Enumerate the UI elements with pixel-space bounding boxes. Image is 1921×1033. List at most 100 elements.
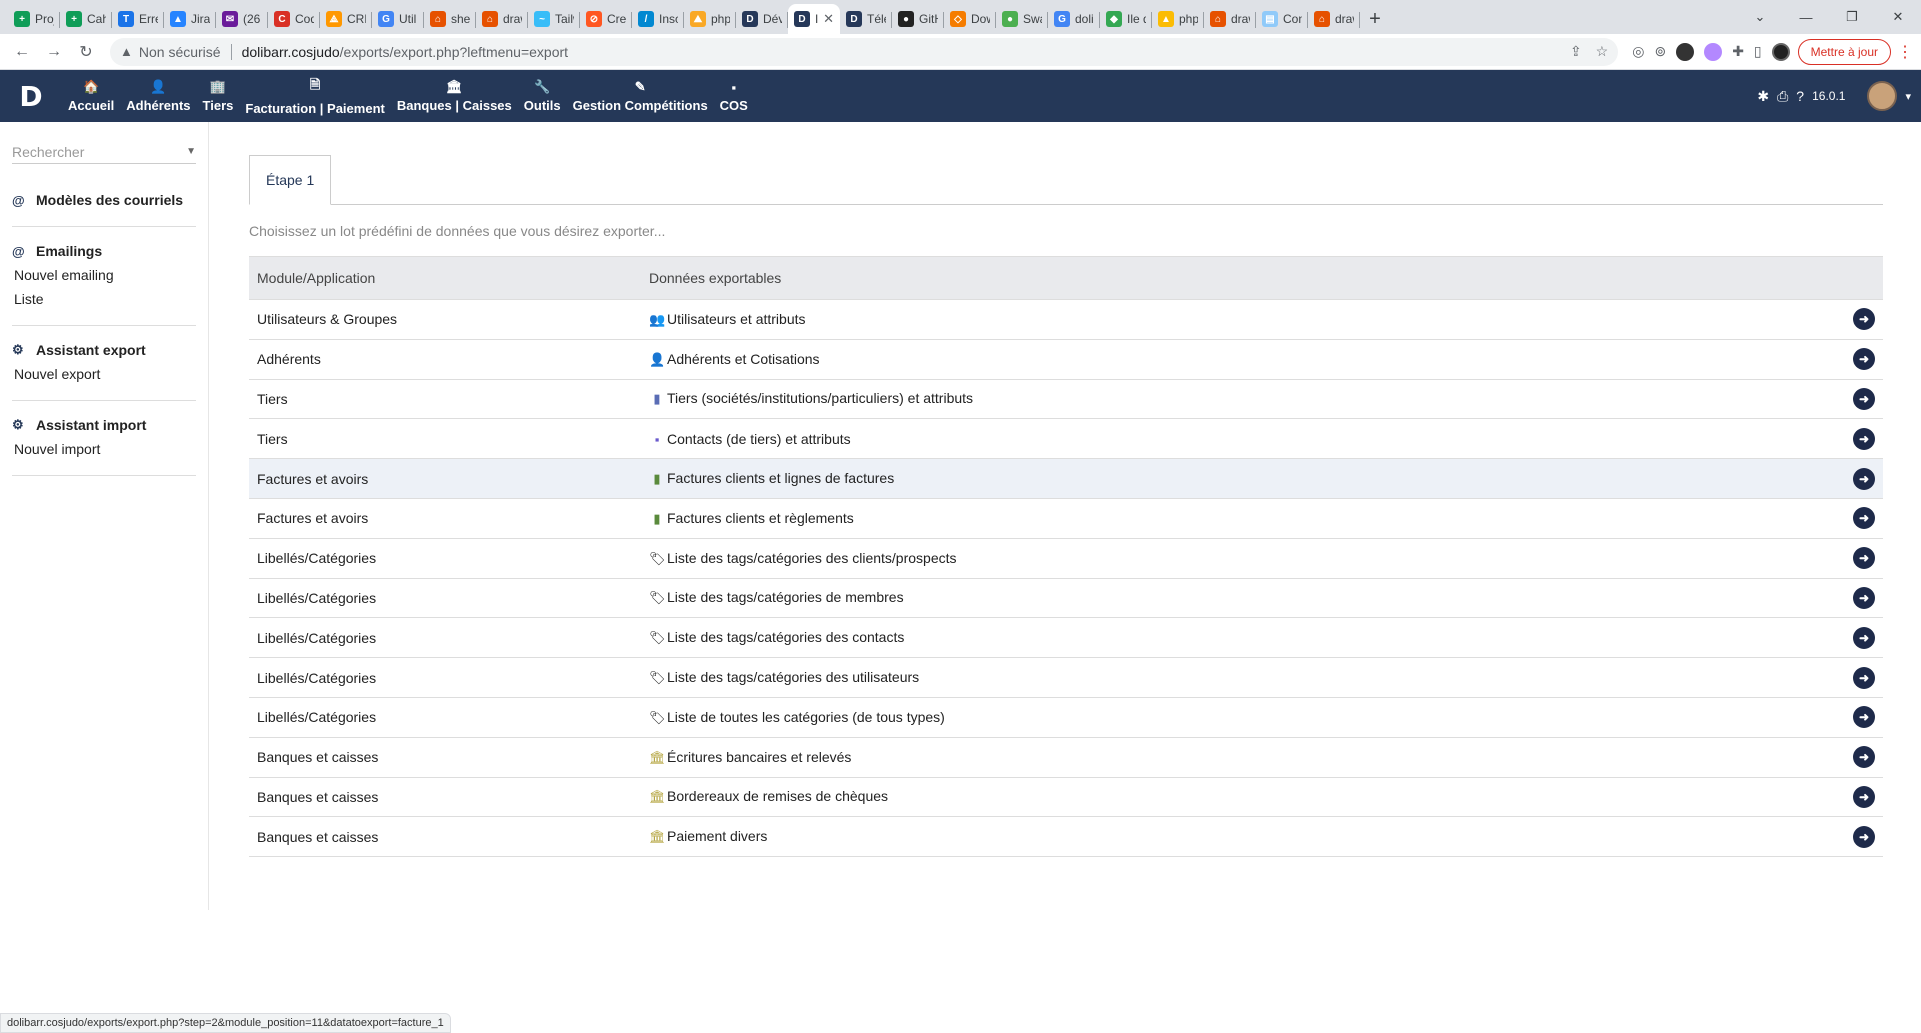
puzzle-icon[interactable]: ✚	[1732, 43, 1744, 60]
browser-tab[interactable]: G Util	[372, 4, 424, 34]
chevron-down-icon[interactable]: ▾	[1905, 90, 1911, 103]
arrow-right-circle-icon[interactable]: ➜	[1853, 706, 1875, 729]
help-icon[interactable]: ?	[1796, 88, 1804, 104]
restore-icon[interactable]: ❐	[1829, 0, 1875, 34]
browser-tab[interactable]: ⌂ sher	[424, 4, 476, 34]
sidebar-section-title[interactable]: @ Emailings	[12, 243, 196, 259]
extension-icon[interactable]	[1676, 42, 1695, 61]
arrow-right-circle-icon[interactable]: ➜	[1853, 825, 1875, 848]
arrow-right-circle-icon[interactable]: ➜	[1853, 666, 1875, 689]
arrow-right-circle-icon[interactable]: ➜	[1853, 387, 1875, 410]
user-avatar[interactable]	[1867, 81, 1898, 111]
action-cell: ➜	[1843, 498, 1883, 539]
adblock-icon[interactable]: ⊚	[1654, 43, 1666, 60]
tab-favicon-icon: ▤	[1262, 11, 1278, 27]
tab-step-1[interactable]: Étape 1	[249, 155, 332, 205]
arrow-right-circle-icon[interactable]: ➜	[1853, 308, 1875, 331]
browser-tab[interactable]: ⛰ php	[684, 4, 736, 34]
menu-adherents[interactable]: 👤 Adhérents	[120, 70, 196, 122]
browser-tab[interactable]: ~ Tailw	[528, 4, 580, 34]
chrome-menu-icon[interactable]: ⋮	[1897, 42, 1913, 62]
back-icon[interactable]: ←	[8, 38, 36, 66]
browser-tab[interactable]: ● GitH	[892, 4, 944, 34]
search-select[interactable]: Rechercher ▼	[12, 140, 196, 164]
browser-tab[interactable]: ▲ Jira	[164, 4, 216, 34]
browser-tab[interactable]: ⌂ draw	[1204, 4, 1256, 34]
browser-tab[interactable]: ◇ Dow	[944, 4, 996, 34]
arrow-right-circle-icon[interactable]: ➜	[1853, 348, 1875, 371]
action-cell: ➜	[1843, 538, 1883, 579]
share-icon[interactable]: ⇪	[1570, 43, 1582, 60]
print-icon[interactable]: ⎙	[1777, 88, 1788, 105]
close-window-icon[interactable]: ✕	[1875, 0, 1921, 34]
menu-accueil[interactable]: 🏠 Accueil	[62, 70, 120, 122]
table-row: Libellés/Catégories 🏷Liste de toutes les …	[249, 697, 1883, 738]
extension-icon[interactable]: ◎	[1632, 43, 1644, 60]
browser-tab[interactable]: ▤ Con	[1256, 4, 1308, 34]
tab-title: Tailw	[555, 12, 574, 26]
browser-tab[interactable]: ⌂ draw	[476, 4, 528, 34]
new-tab-button[interactable]: +	[1360, 4, 1390, 34]
browser-tab[interactable]: D Télé	[840, 4, 892, 34]
menu-tiers[interactable]: 🏢 Tiers	[197, 70, 240, 122]
forward-icon[interactable]: →	[40, 38, 68, 66]
browser-tab[interactable]: C Cod	[268, 4, 320, 34]
browser-tab[interactable]: ⌂ draw	[1308, 4, 1360, 34]
profile-icon[interactable]	[1771, 42, 1790, 61]
sidepanel-icon[interactable]: ▯	[1754, 43, 1762, 60]
sidebar-link[interactable]: Nouvel emailing	[14, 267, 196, 283]
sidebar-section-title[interactable]: ⚙ Assistant export	[12, 342, 196, 358]
browser-tab[interactable]: ✉ (26	[216, 4, 268, 34]
tab-close-icon[interactable]: ✕	[823, 11, 834, 27]
bug-icon[interactable]: ✱	[1757, 88, 1769, 105]
arrow-right-circle-icon[interactable]: ➜	[1853, 547, 1875, 570]
tab-favicon-icon: D	[794, 11, 810, 27]
menu-competitions[interactable]: ✎ Gestion Compétitions	[567, 70, 714, 122]
action-cell: ➜	[1843, 578, 1883, 619]
browser-tab[interactable]: / Insc	[632, 4, 684, 34]
browser-tab[interactable]: ● Swa	[996, 4, 1048, 34]
reload-icon[interactable]: ↻	[72, 38, 100, 66]
tab-search-icon[interactable]: ⌄	[1737, 0, 1783, 34]
export-table: Module/Application Données exportables U…	[249, 256, 1883, 858]
module-cell: Libellés/Catégories	[249, 578, 641, 619]
browser-tab[interactable]: ◆ Ile d	[1100, 4, 1152, 34]
sidebar-link[interactable]: Liste	[14, 291, 196, 307]
menu-icon: ▪	[731, 79, 737, 95]
module-cell: Libellés/Catégories	[249, 538, 641, 579]
arrow-right-circle-icon[interactable]: ➜	[1853, 626, 1875, 649]
arrow-right-circle-icon[interactable]: ➜	[1853, 586, 1875, 609]
dolibarr-logo[interactable]: D	[0, 80, 62, 113]
arrow-right-circle-icon[interactable]: ➜	[1853, 507, 1875, 530]
module-cell: Banques et caisses	[249, 816, 641, 858]
menu-banques[interactable]: 🏛 Banques | Caisses	[391, 70, 518, 122]
minimize-icon[interactable]: —	[1783, 0, 1829, 34]
update-button[interactable]: Mettre à jour	[1797, 38, 1891, 65]
tab-title: CRM	[347, 12, 366, 26]
sidebar-section-title[interactable]: ⚙ Assistant import	[12, 417, 196, 433]
sidebar-link[interactable]: Nouvel export	[14, 366, 196, 382]
arrow-right-circle-icon[interactable]: ➜	[1853, 427, 1875, 450]
browser-tab[interactable]: T Erre	[112, 4, 164, 34]
browser-tab[interactable]: + Proj	[8, 4, 60, 34]
table-header: Module/Application Données exportables	[249, 256, 1883, 300]
menu-facturation[interactable]: 🗎 Facturation | Paiement	[239, 70, 390, 122]
browser-tab[interactable]: ⊘ Crea	[580, 4, 632, 34]
arrow-right-circle-icon[interactable]: ➜	[1853, 746, 1875, 769]
sidebar-section-title[interactable]: @ Modèles des courriels	[12, 192, 196, 208]
url-field[interactable]: ▲ Non sécurisé dolibarr.cosjudo/exports/…	[110, 37, 1619, 66]
sidebar-link[interactable]: Nouvel import	[14, 441, 196, 457]
menu-cos[interactable]: ▪ COS	[714, 70, 754, 122]
browser-tab[interactable]: ⟁ CRM	[320, 4, 372, 34]
browser-tab[interactable]: D Dév	[736, 4, 788, 34]
browser-tab[interactable]: D I ✕	[788, 4, 840, 34]
browser-tab[interactable]: + Cah	[60, 4, 112, 34]
browser-tab[interactable]: Gdoli	[1048, 4, 1100, 34]
extension-icon[interactable]	[1704, 42, 1723, 61]
menu-outils[interactable]: 🔧 Outils	[518, 70, 567, 122]
browser-tab[interactable]: ▲ php	[1152, 4, 1204, 34]
bookmark-star-icon[interactable]: ☆	[1596, 43, 1609, 60]
arrow-right-circle-icon[interactable]: ➜	[1853, 467, 1875, 490]
tab-favicon-icon: ⟁	[326, 11, 342, 27]
arrow-right-circle-icon[interactable]: ➜	[1853, 785, 1875, 808]
